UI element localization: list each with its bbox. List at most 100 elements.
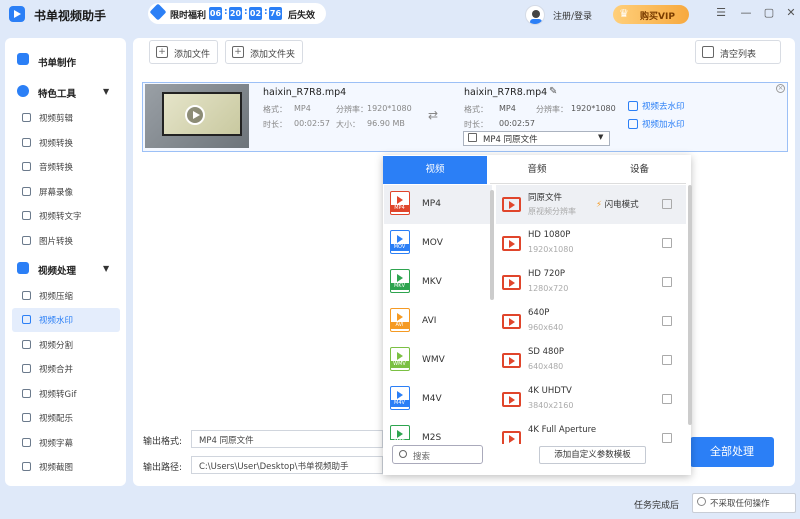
flash-mode-badge: ⚡ 闪电模式: [596, 200, 639, 210]
audio-icon: [22, 162, 31, 171]
countdown-days: 06: [209, 7, 222, 20]
menu-icon[interactable]: ☰: [713, 5, 729, 21]
tools-icon: [17, 85, 29, 97]
add-file-button[interactable]: + 添加文件: [149, 40, 218, 64]
sidebar-item-video-split[interactable]: 视频分割: [12, 333, 120, 357]
play-icon[interactable]: [185, 105, 205, 125]
add-watermark-link[interactable]: 视频加水印: [642, 118, 685, 130]
sidebar-item-video-music[interactable]: 视频配乐: [12, 406, 120, 430]
source-file-name: haixin_R7R8.mp4: [263, 87, 347, 98]
sidebar-item-video-watermark[interactable]: 视频水印: [12, 308, 120, 332]
process-all-button[interactable]: 全部处理: [690, 437, 774, 467]
format-item-wmv[interactable]: WMV WMV: [384, 341, 492, 380]
resolution-item[interactable]: HD 1080P 1920x1080: [496, 224, 686, 263]
format-item-avi[interactable]: AVI AVI: [384, 302, 492, 341]
chevron-down-icon[interactable]: ▼: [103, 87, 109, 96]
resolution-item[interactable]: 4K Full Aperture: [496, 419, 686, 444]
output-format-label: 输出格式:: [143, 437, 183, 447]
close-icon[interactable]: ×: [776, 84, 785, 93]
resolution-item[interactable]: 同原文件 原视频分辨率 ⚡ 闪电模式: [496, 185, 686, 224]
format-item-m4v[interactable]: M4V M4V: [384, 380, 492, 419]
resolution-item[interactable]: SD 480P 640x480: [496, 341, 686, 380]
text-icon: [22, 211, 31, 220]
edit-icon[interactable]: [662, 316, 672, 326]
edit-icon[interactable]: [662, 433, 672, 443]
chevron-down-icon[interactable]: ▼: [103, 264, 109, 273]
tab-video[interactable]: 视频: [383, 156, 487, 184]
source-size: 96.90 MB: [367, 119, 405, 128]
output-duration: 00:02:57: [499, 119, 535, 128]
countdown-separator: :: [264, 7, 268, 17]
sidebar-item-video-convert[interactable]: 视频转换: [12, 131, 120, 155]
app-logo-icon: [9, 6, 25, 22]
edit-icon[interactable]: [662, 277, 672, 287]
crown-icon: ♛: [619, 7, 629, 20]
merge-icon: [22, 364, 31, 373]
resolution-item[interactable]: HD 720P 1280x720: [496, 263, 686, 302]
remove-watermark-link[interactable]: 视频去水印: [642, 100, 685, 112]
countdown-separator: :: [224, 7, 228, 17]
output-path-field[interactable]: C:\Users\User\Desktop\书单视频助手: [191, 456, 383, 474]
edit-pencil-icon[interactable]: ✎: [549, 86, 557, 97]
tab-audio[interactable]: 音频: [487, 156, 587, 184]
sidebar-group-tools[interactable]: 特色工具: [38, 86, 76, 100]
remove-watermark-icon[interactable]: [628, 101, 638, 111]
app-title: 书单视频助手: [34, 9, 107, 23]
source-duration: 00:02:57: [294, 119, 330, 128]
sidebar-item-video-gif[interactable]: 视频转Gif: [12, 382, 120, 406]
sidebar-item-book[interactable]: 书单制作: [38, 55, 76, 69]
edit-icon[interactable]: [662, 355, 672, 365]
resolution-scrollbar[interactable]: [688, 185, 692, 425]
minimize-icon[interactable]: —: [738, 5, 754, 21]
video-file-icon: [502, 314, 521, 329]
edit-icon[interactable]: [662, 238, 672, 248]
sidebar-item-audio-convert[interactable]: 音频转换: [12, 155, 120, 179]
promo-suffix: 后失效: [288, 11, 316, 21]
edit-icon[interactable]: [662, 394, 672, 404]
sidebar-item-video-compress[interactable]: 视频压缩: [12, 284, 120, 308]
scissors-icon: [22, 113, 31, 122]
sidebar-item-video-edit[interactable]: 视频剪辑: [12, 106, 120, 130]
subtitle-icon: [22, 438, 31, 447]
close-icon[interactable]: ✕: [783, 5, 799, 21]
output-format-field[interactable]: MP4 同原文件: [191, 430, 383, 448]
format-item-mp4[interactable]: MP4 MP4: [384, 185, 492, 224]
sidebar-item-image-convert[interactable]: 图片转换: [12, 229, 120, 253]
wmv-file-icon: WMV: [390, 347, 410, 371]
add-folder-button[interactable]: + 添加文件夹: [225, 40, 303, 64]
sidebar-item-video-screenshot[interactable]: 视频截图: [12, 455, 120, 479]
login-link[interactable]: 注册/登录: [553, 9, 592, 22]
gif-icon: [22, 389, 31, 398]
sidebar-item-video-to-text[interactable]: 视频转文字: [12, 204, 120, 228]
sidebar-item-video-subtitle[interactable]: 视频字幕: [12, 431, 120, 455]
output-dur-key: 时长：: [464, 120, 488, 129]
search-input[interactable]: 搜索: [392, 445, 483, 464]
mov-file-icon: MOV: [390, 230, 410, 254]
source-res-key: 分辨率：: [336, 105, 368, 114]
add-custom-template-button[interactable]: 添加自定义参数模板: [539, 446, 646, 464]
resolution-item[interactable]: 4K UHDTV 3840x2160: [496, 380, 686, 419]
clear-list-button[interactable]: 清空列表: [695, 40, 781, 64]
video-file-icon: [502, 353, 521, 368]
format-item-mkv[interactable]: MKV MKV: [384, 263, 492, 302]
sidebar-item-video-merge[interactable]: 视频合并: [12, 357, 120, 381]
maximize-icon[interactable]: ▢: [761, 5, 777, 21]
resolution-item[interactable]: 640P 960x640: [496, 302, 686, 341]
mkv-file-icon: MKV: [390, 269, 410, 293]
format-item-m2s[interactable]: M2SM2S: [384, 419, 492, 440]
edit-icon[interactable]: [662, 199, 672, 209]
avatar[interactable]: [525, 5, 545, 25]
screenshot-icon: [22, 462, 31, 471]
sidebar-group-video[interactable]: 视频处理: [38, 263, 76, 277]
format-item-mov[interactable]: MOV MOV: [384, 224, 492, 263]
format-scrollbar[interactable]: [490, 190, 494, 300]
trash-icon: [702, 46, 714, 58]
output-resolution: 1920*1080: [571, 104, 616, 113]
tab-device[interactable]: 设备: [588, 156, 691, 184]
source-size-key: 大小：: [336, 120, 360, 129]
plus-icon: +: [156, 46, 168, 58]
add-watermark-icon[interactable]: [628, 119, 638, 129]
video-process-icon: [17, 262, 29, 274]
sidebar-item-screen-record[interactable]: 屏幕录像: [12, 180, 120, 204]
image-icon: [22, 236, 31, 245]
